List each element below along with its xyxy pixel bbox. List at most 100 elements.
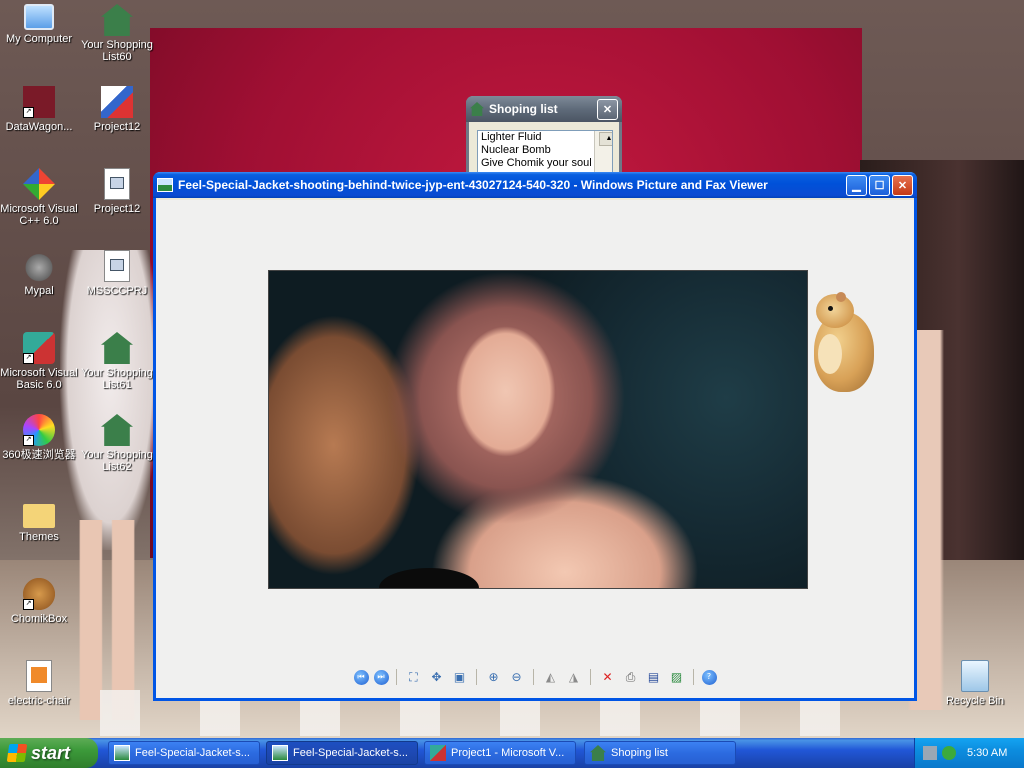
desktop-icon-project12-b[interactable]: Project12 [78, 168, 156, 215]
task-label: Feel-Special-Jacket-s... [135, 747, 250, 759]
project-icon [101, 86, 133, 118]
window-title: Shoping list [489, 102, 558, 116]
desktop-icon-360-browser[interactable]: ↗ 360极速浏览器 [0, 414, 78, 461]
edit-icon[interactable]: ▨ [668, 668, 686, 686]
taskbar-button-viewer-2[interactable]: Feel-Special-Jacket-s... [266, 741, 418, 765]
actual-size-icon[interactable]: ✥ [428, 668, 446, 686]
desktop-icon-label: MSSCCPRJ [86, 285, 148, 297]
windows-logo-icon [6, 744, 28, 762]
toolbar-separator [396, 669, 397, 685]
toolbar-separator [590, 669, 591, 685]
hamster-ear [836, 292, 846, 302]
rotate-counterclockwise-icon[interactable]: ◮ [565, 668, 583, 686]
hamster-belly [818, 334, 842, 374]
save-icon[interactable]: ▤ [645, 668, 663, 686]
taskbar: start Feel-Special-Jacket-s... Feel-Spec… [0, 738, 1024, 768]
toolbar-separator [533, 669, 534, 685]
scroll-up-arrow-icon[interactable]: ▲ [599, 132, 612, 146]
document-icon [104, 250, 130, 282]
desktop-icon-chomikbox[interactable]: ↗ ChomikBox [0, 578, 78, 625]
hamster-eye [828, 306, 833, 311]
desktop-icon-shopping-list-62[interactable]: Your Shopping List62 [78, 414, 156, 473]
desktop-icon-label: My Computer [5, 33, 73, 45]
house-icon [470, 102, 484, 116]
house-icon [101, 4, 133, 36]
hamster-desktop-pet[interactable] [808, 292, 876, 398]
taskbar-button-viewer-1[interactable]: Feel-Special-Jacket-s... [108, 741, 260, 765]
toolbar-separator [476, 669, 477, 685]
zoom-out-icon[interactable]: ⊖ [508, 668, 526, 686]
desktop-icon-project12-a[interactable]: Project12 [78, 86, 156, 133]
vertical-scrollbar[interactable]: ▲ [594, 131, 612, 173]
desktop-icon-visual-cpp[interactable]: Microsoft Visual C++ 6.0 [0, 168, 78, 227]
desktop-icon-shopping-list-60[interactable]: Your Shopping List60 [78, 4, 156, 63]
system-tray: 5:30 AM [914, 738, 1024, 768]
start-label: start [31, 742, 71, 763]
desktop-icon-label: 360极速浏览器 [2, 449, 76, 461]
previous-image-icon[interactable]: ⏮ [353, 669, 369, 685]
desktop-icon-label: Microsoft Visual Basic 6.0 [0, 367, 78, 391]
desktop-icon-electric-chair[interactable]: electric-chair [0, 660, 78, 707]
help-icon[interactable]: ? [701, 669, 717, 685]
viewer-titlebar[interactable]: Feel-Special-Jacket-shooting-behind-twic… [153, 172, 917, 198]
print-icon[interactable]: ⎙ [622, 668, 640, 686]
desktop-icon-mypal[interactable]: Mypal [0, 250, 78, 297]
taskbar-button-project1[interactable]: Project1 - Microsoft V... [424, 741, 576, 765]
visual-basic-icon: ↗ [23, 332, 55, 364]
delete-icon[interactable]: ✕ [599, 668, 617, 686]
minimize-button[interactable]: ▁ [846, 174, 867, 196]
shopping-list-window[interactable]: Shoping list ✕ Lighter Fluid Nuclear Bom… [466, 96, 622, 179]
electric-chair-icon [26, 660, 52, 692]
next-image-icon[interactable]: ⏭ [373, 669, 389, 685]
desktop-icon-datawagon[interactable]: ↗ DataWagon... [0, 86, 78, 133]
desktop-icon-themes[interactable]: Themes [0, 496, 78, 543]
best-fit-icon[interactable]: ⛶ [405, 668, 423, 686]
close-button[interactable]: ✕ [597, 98, 618, 120]
desktop-icon-label: Your Shopping List61 [81, 367, 153, 391]
clock[interactable]: 5:30 AM [967, 747, 1007, 759]
desktop-icon-mssccprj[interactable]: MSSCCPRJ [78, 250, 156, 297]
desktop-icon-label: Project12 [93, 121, 141, 133]
hamster-head [816, 294, 854, 328]
picture-viewer-icon [157, 178, 173, 192]
safely-remove-icon[interactable] [942, 746, 956, 760]
desktop-icon-label: ChomikBox [10, 613, 68, 625]
picture-viewer-icon [272, 745, 288, 761]
desktop-icon-recycle-bin[interactable]: Recycle Bin [936, 660, 1014, 707]
desktop-icon-label: Your Shopping List60 [81, 39, 153, 63]
toolbar-separator [693, 669, 694, 685]
visual-basic-icon [430, 745, 446, 761]
picture-viewer-window[interactable]: Feel-Special-Jacket-shooting-behind-twic… [153, 172, 917, 701]
displayed-photo [268, 270, 808, 589]
network-icon[interactable] [923, 746, 937, 760]
visual-cpp-icon [23, 168, 55, 200]
hamster-icon: ↗ [23, 578, 55, 610]
desktop-icon-label: electric-chair [7, 695, 71, 707]
shopping-list-titlebar[interactable]: Shoping list ✕ [466, 96, 622, 122]
task-label: Shoping list [611, 747, 668, 759]
document-icon [104, 168, 130, 200]
rotate-clockwise-icon[interactable]: ◭ [542, 668, 560, 686]
desktop-icon-label: Microsoft Visual C++ 6.0 [0, 203, 78, 227]
house-icon [101, 414, 133, 446]
list-item[interactable]: Give Chomik your soul [478, 157, 612, 170]
maximize-button[interactable]: ☐ [869, 174, 890, 196]
list-item[interactable]: Lighter Fluid [478, 131, 612, 144]
desktop-icon-shopping-list-61[interactable]: Your Shopping List61 [78, 332, 156, 391]
house-icon [590, 745, 606, 761]
computer-icon [24, 4, 54, 30]
viewer-client-area: ⏮ ⏭ ⛶ ✥ ▣ ⊕ ⊖ ◭ ◮ ✕ ⎙ ▤ ▨ ? [156, 200, 914, 698]
desktop-icon-my-computer[interactable]: My Computer [0, 4, 78, 45]
shopping-list-box[interactable]: Lighter Fluid Nuclear Bomb Give Chomik y… [477, 130, 613, 174]
start-button[interactable]: start [0, 738, 98, 768]
close-button[interactable]: ✕ [892, 174, 913, 196]
folder-icon [23, 504, 55, 528]
desktop-icon-label: Recycle Bin [945, 695, 1005, 707]
zoom-in-icon[interactable]: ⊕ [485, 668, 503, 686]
desktop-icon-label: Project12 [93, 203, 141, 215]
list-item[interactable]: Nuclear Bomb [478, 144, 612, 157]
slideshow-icon[interactable]: ▣ [451, 668, 469, 686]
task-label: Feel-Special-Jacket-s... [293, 747, 408, 759]
desktop-icon-visual-basic[interactable]: ↗ Microsoft Visual Basic 6.0 [0, 332, 78, 391]
taskbar-button-shopping-list[interactable]: Shoping list [584, 741, 736, 765]
